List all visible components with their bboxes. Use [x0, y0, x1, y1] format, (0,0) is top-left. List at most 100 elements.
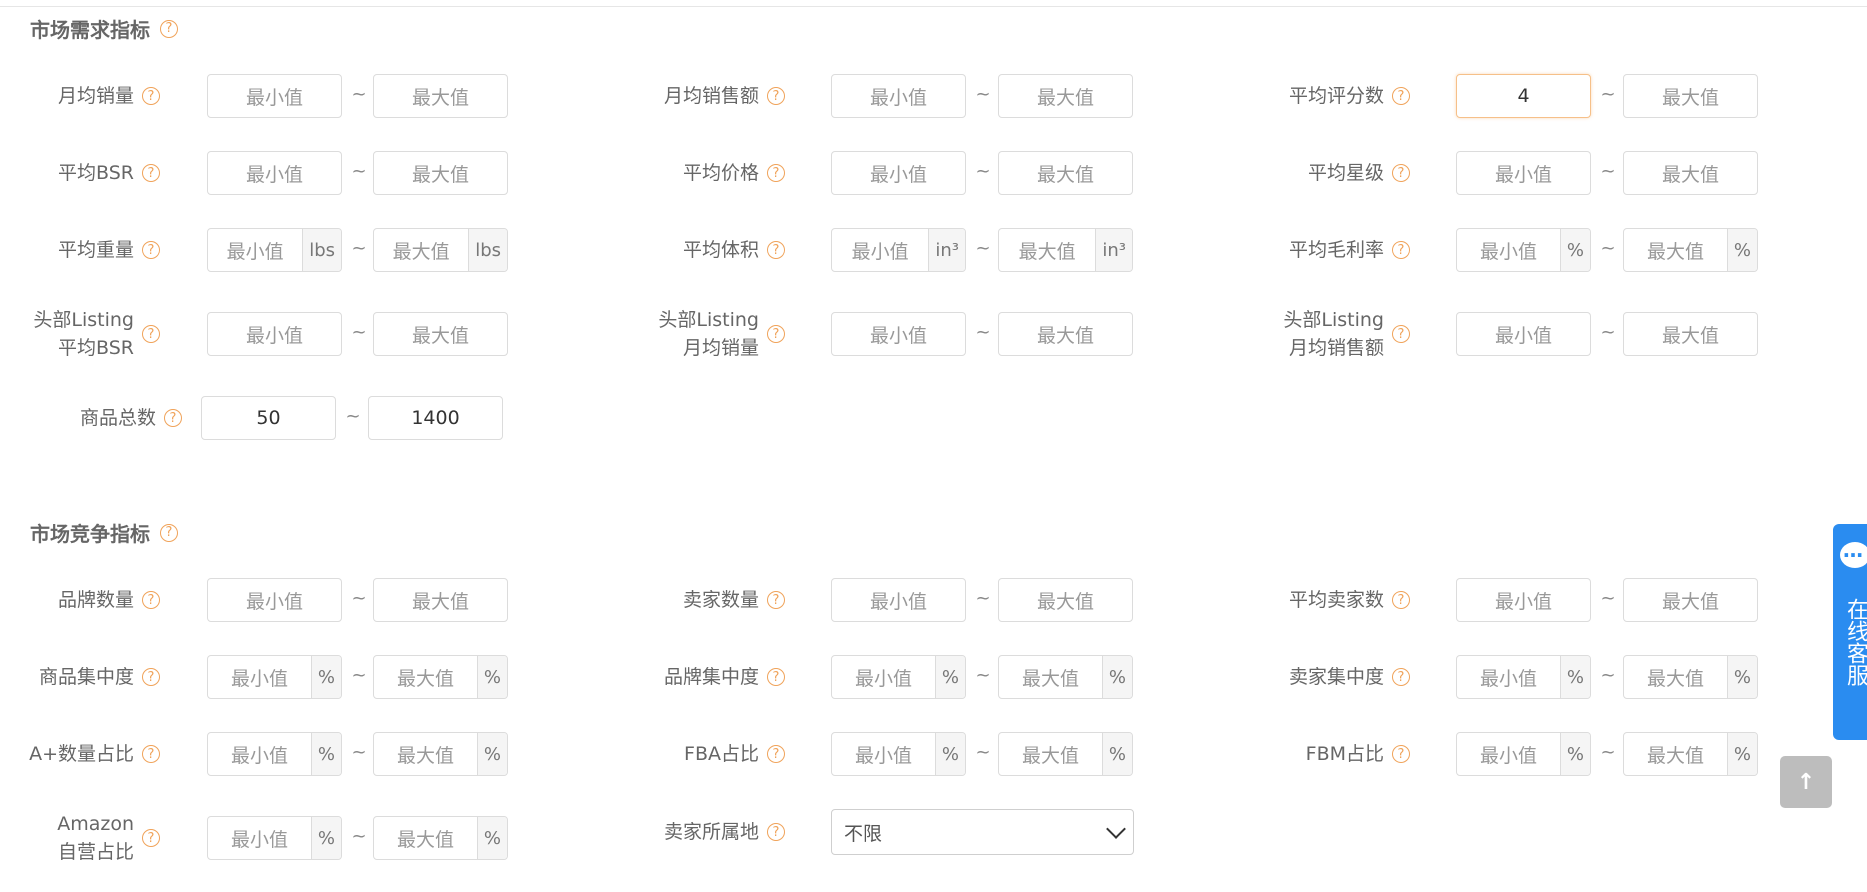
min-input[interactable]: 最小值 [207, 578, 342, 622]
help-icon[interactable]: ? [142, 829, 160, 847]
help-icon[interactable]: ? [767, 164, 785, 182]
help-icon[interactable]: ? [1392, 325, 1410, 343]
field-label: 月均销售额? [664, 66, 785, 126]
min-input[interactable]: 最小值% [207, 655, 342, 699]
range-separator: ~ [975, 742, 991, 763]
max-input[interactable]: 最大值% [1623, 732, 1758, 776]
max-value: 最大值 [1021, 744, 1079, 767]
min-value: 最小值 [869, 86, 927, 109]
scroll-top-button[interactable]: ↑ [1780, 756, 1832, 808]
max-value: 最大值 [1661, 86, 1719, 109]
unit-suffix: % [476, 656, 507, 698]
min-input[interactable]: 最小值% [831, 732, 966, 776]
max-value: 最大值 [1646, 667, 1704, 690]
min-input[interactable]: 50 [201, 396, 336, 440]
seller-location-select[interactable]: 不限 [831, 809, 1134, 855]
min-input[interactable]: 最小值% [207, 732, 342, 776]
help-icon[interactable]: ? [142, 745, 160, 763]
min-value: 最小值 [851, 240, 909, 263]
online-service-label: 在线客服 [1843, 598, 1867, 686]
field-label: 平均价格? [683, 143, 785, 203]
field-label-text: 商品集中度 [39, 663, 134, 691]
max-input[interactable]: 最大值 [373, 74, 508, 118]
max-input[interactable]: 1400 [368, 396, 503, 440]
help-icon[interactable]: ? [142, 87, 160, 105]
help-icon[interactable]: ? [160, 19, 178, 38]
max-input[interactable]: 最大值 [998, 74, 1133, 118]
help-icon[interactable]: ? [767, 591, 785, 609]
max-input[interactable]: 最大值% [998, 655, 1133, 699]
field-label-line: FBA占比 [684, 743, 759, 765]
max-input[interactable]: 最大值 lbs [373, 228, 508, 272]
min-input[interactable]: 最小值% [1456, 228, 1591, 272]
help-icon[interactable]: ? [1392, 241, 1410, 259]
help-icon[interactable]: ? [142, 164, 160, 182]
max-input[interactable]: 最大值% [373, 655, 508, 699]
max-input[interactable]: 最大值 [1623, 312, 1758, 356]
help-icon[interactable]: ? [1392, 745, 1410, 763]
help-icon[interactable]: ? [1392, 668, 1410, 686]
help-icon[interactable]: ? [1392, 87, 1410, 105]
field-label-line: 平均BSR [58, 337, 134, 359]
min-input[interactable]: 最小值% [1456, 732, 1591, 776]
help-icon[interactable]: ? [767, 87, 785, 105]
min-input[interactable]: 最小值 [1456, 312, 1591, 356]
min-input[interactable]: 最小值 [207, 74, 342, 118]
field-label-text: 平均BSR [58, 159, 134, 187]
help-icon[interactable]: ? [164, 409, 182, 427]
max-input[interactable]: 最大值 [1623, 74, 1758, 118]
min-input[interactable]: 最小值 in³ [831, 228, 966, 272]
help-icon[interactable]: ? [767, 325, 785, 343]
max-input[interactable]: 最大值% [373, 732, 508, 776]
max-input[interactable]: 最大值 [1623, 151, 1758, 195]
max-value: 最大值 [411, 163, 469, 186]
min-input[interactable]: 最小值 [831, 578, 966, 622]
max-input[interactable]: 最大值 [373, 312, 508, 356]
help-icon[interactable]: ? [767, 745, 785, 763]
help-icon[interactable]: ? [767, 241, 785, 259]
max-input[interactable]: 最大值 [998, 578, 1133, 622]
help-icon[interactable]: ? [142, 591, 160, 609]
max-input[interactable]: 最大值 [373, 151, 508, 195]
field-label-line: 月均销售额 [663, 85, 759, 107]
max-input[interactable]: 最大值 [998, 151, 1133, 195]
min-input[interactable]: 最小值 lbs [207, 228, 342, 272]
help-icon[interactable]: ? [767, 668, 785, 686]
online-service-tab[interactable]: 在线客服 [1833, 524, 1867, 740]
min-input[interactable]: 最小值 [831, 74, 966, 118]
min-input[interactable]: 最小值 [1456, 151, 1591, 195]
min-input[interactable]: 最小值% [1456, 655, 1591, 699]
max-value: 最大值 [411, 86, 469, 109]
max-input[interactable]: 最大值 [373, 578, 508, 622]
min-input[interactable]: 最小值 [207, 151, 342, 195]
help-icon[interactable]: ? [160, 523, 178, 542]
max-input[interactable]: 最大值 [998, 312, 1133, 356]
help-icon[interactable]: ? [767, 823, 785, 841]
min-input[interactable]: 4 [1456, 74, 1591, 118]
max-input[interactable]: 最大值% [1623, 228, 1758, 272]
help-icon[interactable]: ? [142, 325, 160, 343]
max-input[interactable]: 最大值% [373, 816, 508, 860]
field-label-text: FBA占比 [684, 740, 759, 768]
max-input[interactable]: 最大值 in³ [998, 228, 1133, 272]
min-input[interactable]: 最小值% [207, 816, 342, 860]
min-input[interactable]: 最小值 [1456, 578, 1591, 622]
range-separator: ~ [351, 161, 367, 182]
max-input[interactable]: 最大值% [1623, 655, 1758, 699]
field-label-text: 平均重量 [58, 236, 134, 264]
min-input[interactable]: 最小值% [831, 655, 966, 699]
help-icon[interactable]: ? [1392, 164, 1410, 182]
field-label-line: 平均BSR [58, 162, 134, 184]
min-input[interactable]: 最小值 [207, 312, 342, 356]
min-input[interactable]: 最小值 [831, 312, 966, 356]
field-label: FBM占比? [1306, 724, 1410, 784]
field-label: 品牌数量? [58, 570, 160, 630]
help-icon[interactable]: ? [142, 668, 160, 686]
arrow-up-icon: ↑ [1796, 769, 1816, 795]
help-icon[interactable]: ? [1392, 591, 1410, 609]
help-icon[interactable]: ? [142, 241, 160, 259]
max-input[interactable]: 最大值 [1623, 578, 1758, 622]
max-input[interactable]: 最大值% [998, 732, 1133, 776]
min-input[interactable]: 最小值 [831, 151, 966, 195]
max-value: 最大值 [1646, 240, 1704, 263]
